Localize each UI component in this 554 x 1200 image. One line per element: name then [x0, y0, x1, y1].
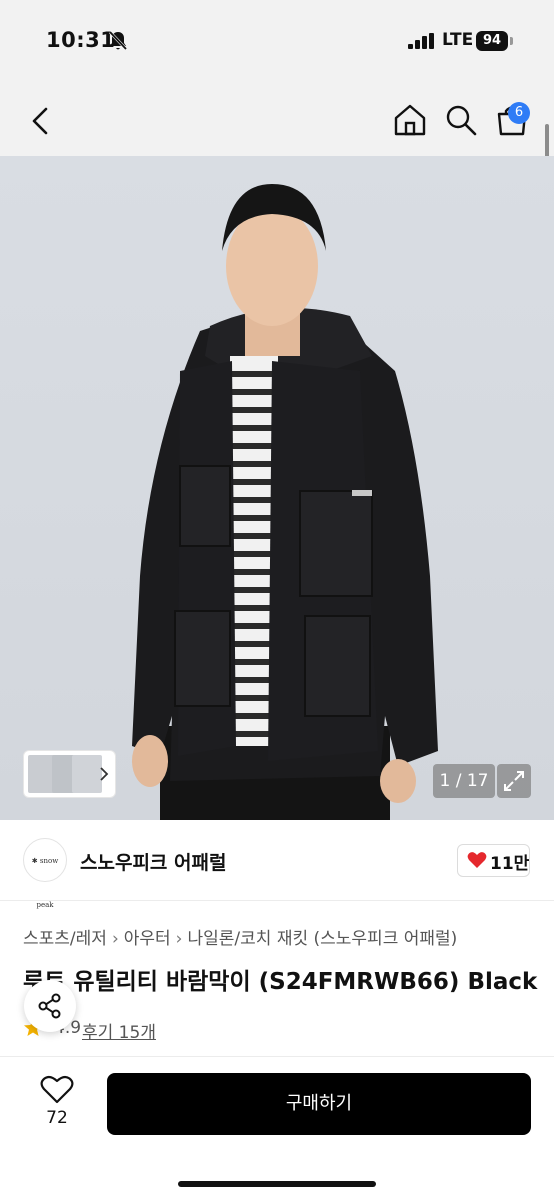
- shop-like-count: 11만: [490, 854, 530, 874]
- nav-bar: [0, 84, 554, 156]
- share-icon: [38, 993, 61, 1019]
- share-button[interactable]: [24, 980, 76, 1032]
- product-photo[interactable]: [0, 156, 554, 820]
- network-type: LTE: [442, 30, 474, 50]
- heart-outline-icon[interactable]: [40, 1075, 74, 1105]
- chevron-right-icon: ›: [175, 929, 183, 949]
- home-indicator: [178, 1181, 376, 1187]
- expand-icon[interactable]: [497, 764, 531, 798]
- battery-level: 94: [476, 31, 508, 51]
- back-arrow-icon[interactable]: [26, 104, 56, 138]
- chevron-right-icon[interactable]: [98, 766, 110, 782]
- section-divider: [0, 900, 554, 901]
- signal-icon: [408, 33, 434, 49]
- product-title: 루트 유틸리티 바람막이 (S24FMRWB66) Black: [23, 969, 538, 995]
- battery-tip: [510, 37, 513, 45]
- image-page-counter: 1 / 17: [433, 764, 495, 798]
- silent-bell-icon: [108, 30, 128, 51]
- breadcrumb-item-sports[interactable]: 스포츠/레저: [23, 929, 107, 949]
- review-count-link[interactable]: 후기 15개: [82, 1018, 156, 1043]
- wish-count: 72: [46, 1108, 68, 1128]
- status-time: 10:31: [46, 28, 116, 52]
- shop-logo[interactable]: ✱ snow peak: [23, 838, 67, 909]
- home-icon[interactable]: [393, 102, 427, 138]
- breadcrumb-item-jacket[interactable]: 나일론/코치 재킷 (스노우피크 어패럴): [187, 929, 457, 949]
- chevron-right-icon: ›: [111, 929, 119, 949]
- status-bar: 10:31 LTE 94: [0, 0, 554, 84]
- shop-name[interactable]: 스노우피크 어패럴: [80, 848, 226, 875]
- heart-filled-icon: [467, 852, 487, 868]
- breadcrumb-item-outer[interactable]: 아우터: [124, 929, 171, 949]
- breadcrumb: 스포츠/레저 › 아우터 › 나일론/코치 재킷 (스노우피크 어패럴): [23, 924, 457, 949]
- cart-count-badge: 6: [508, 102, 530, 124]
- search-icon[interactable]: [444, 102, 478, 138]
- buy-button[interactable]: 구매하기: [107, 1073, 531, 1135]
- model-jacket-illustration: [132, 184, 438, 820]
